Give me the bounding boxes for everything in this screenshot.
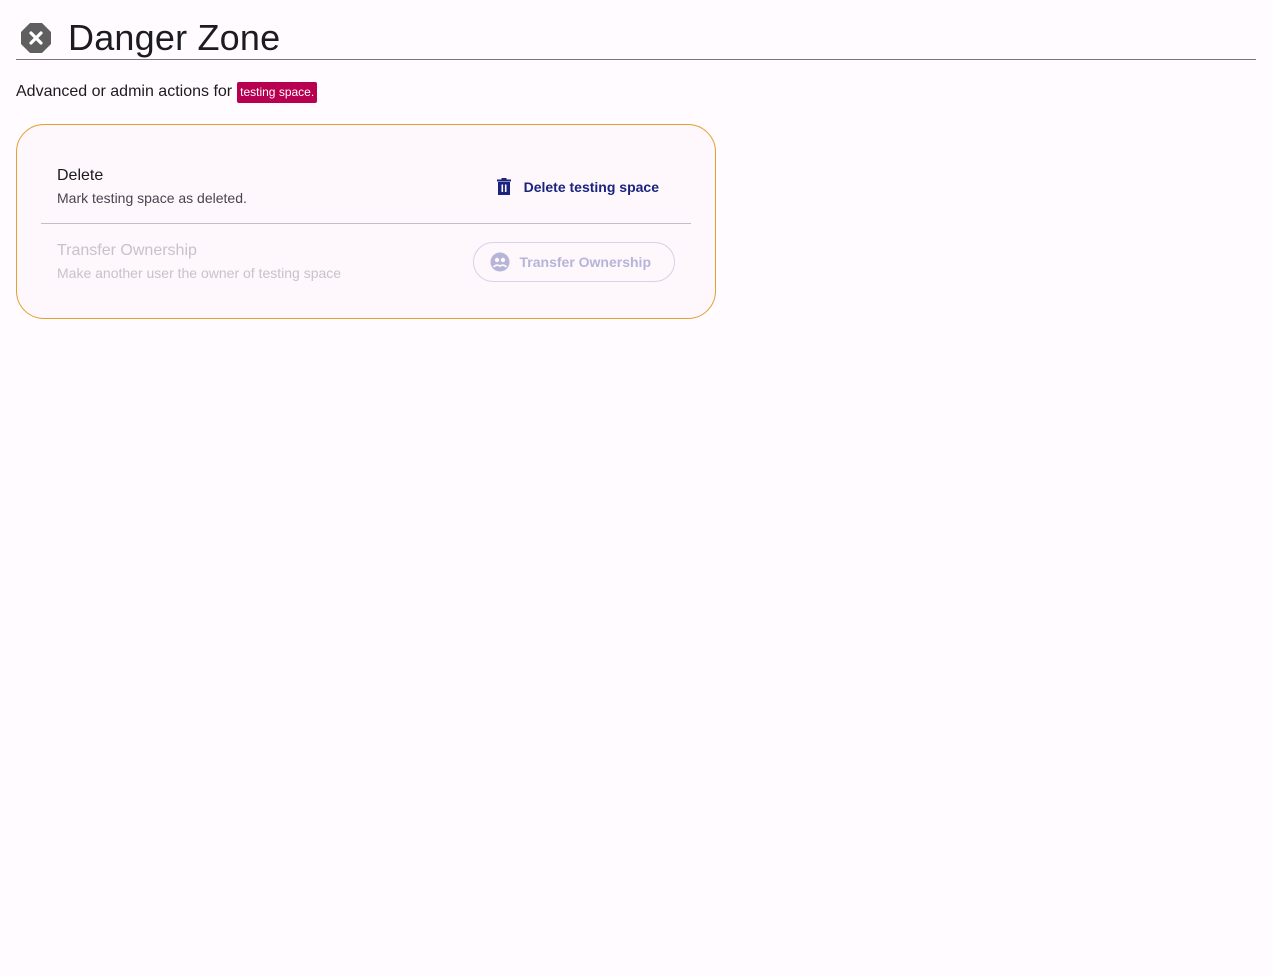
space-name-chip: testing space. — [237, 81, 318, 103]
action-row-delete: Delete Mark testing space as deleted. De… — [41, 149, 691, 224]
action-description: Mark testing space as deleted. — [57, 190, 247, 206]
octagon-close-icon — [20, 22, 52, 54]
danger-actions-card: Delete Mark testing space as deleted. De… — [16, 124, 716, 319]
action-text-delete: Delete Mark testing space as deleted. — [57, 165, 247, 209]
delete-space-button-label: Delete testing space — [523, 179, 659, 195]
trash-icon — [494, 177, 514, 197]
user-switch-icon — [490, 252, 510, 272]
subtitle-text: Advanced or admin actions for — [16, 83, 233, 100]
danger-zone-page: Danger Zone Advanced or admin actions fo… — [0, 0, 1272, 976]
transfer-ownership-button-label: Transfer Ownership — [519, 254, 651, 270]
action-text-transfer: Transfer Ownership Make another user the… — [57, 240, 341, 284]
page-subtitle: Advanced or admin actions for testing sp… — [16, 81, 1256, 103]
transfer-ownership-button[interactable]: Transfer Ownership — [472, 242, 675, 282]
delete-space-button[interactable]: Delete testing space — [482, 169, 675, 205]
action-row-transfer: Transfer Ownership Make another user the… — [41, 224, 691, 300]
page-title: Danger Zone — [68, 16, 281, 58]
action-title: Delete — [57, 167, 104, 184]
page-header: Danger Zone — [16, 0, 1256, 60]
action-title: Transfer Ownership — [57, 242, 197, 259]
action-description: Make another user the owner of testing s… — [57, 265, 342, 281]
